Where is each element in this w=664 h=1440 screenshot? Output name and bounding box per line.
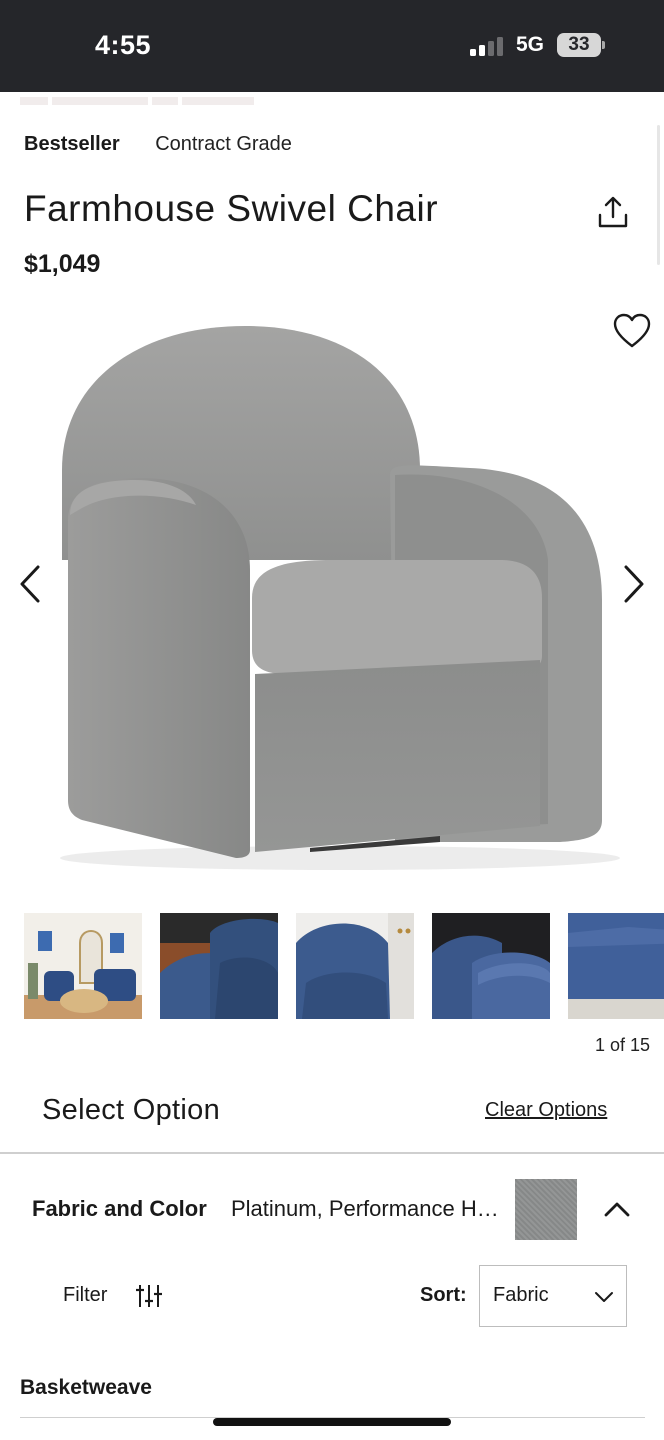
tag-contract-grade: Contract Grade [155,133,292,155]
share-icon[interactable] [595,195,631,231]
fabric-color-value[interactable]: Platinum, Performance Heathered Tweed [231,1196,499,1222]
fabric-color-label[interactable]: Fabric and Color [32,1196,207,1222]
product-hero-image[interactable] [0,300,664,880]
home-indicator[interactable] [213,1418,451,1426]
status-time: 4:55 [95,30,152,60]
clear-options-link[interactable]: Clear Options [485,1099,607,1122]
filter-sliders-icon[interactable] [135,1282,163,1310]
select-option-heading: Select Option [42,1094,220,1126]
battery-icon: 33 [557,33,601,57]
status-bar: 4:55 5G 33 [0,0,664,92]
gallery-counter: 1 of 15 [594,1035,650,1055]
signal-icon [470,37,503,56]
thumbnail-strip[interactable] [24,913,664,1019]
page-scrollbar[interactable] [657,125,660,265]
sort-value: Fabric [493,1284,549,1306]
network-label: 5G [516,33,545,56]
product-price: $1,049 [24,250,101,278]
chevron-up-icon[interactable] [602,1197,632,1221]
thumbnail-5[interactable] [568,913,664,1019]
thumbnail-2[interactable] [160,913,278,1019]
thumbnail-3[interactable] [296,913,414,1019]
chevron-down-icon [595,1292,613,1302]
product-tags: Bestseller Contract Grade [24,133,292,156]
chevron-left-icon[interactable] [16,563,46,605]
heart-icon[interactable] [612,312,652,350]
filter-button[interactable]: Filter [63,1284,107,1307]
thumbnail-4[interactable] [432,913,550,1019]
fabric-group-heading[interactable]: Basketweave [20,1376,152,1400]
product-title: Farmhouse Swivel Chair [24,188,439,229]
tag-bestseller: Bestseller [24,133,120,155]
sort-label: Sort: [420,1284,467,1306]
chevron-right-icon[interactable] [618,563,648,605]
section-divider [0,1152,664,1154]
thumbnail-1[interactable] [24,913,142,1019]
fabric-swatch[interactable] [515,1179,577,1240]
battery-cap [602,41,605,49]
sort-dropdown[interactable]: Fabric [479,1265,627,1327]
scrolled-content-remnant [20,92,270,105]
